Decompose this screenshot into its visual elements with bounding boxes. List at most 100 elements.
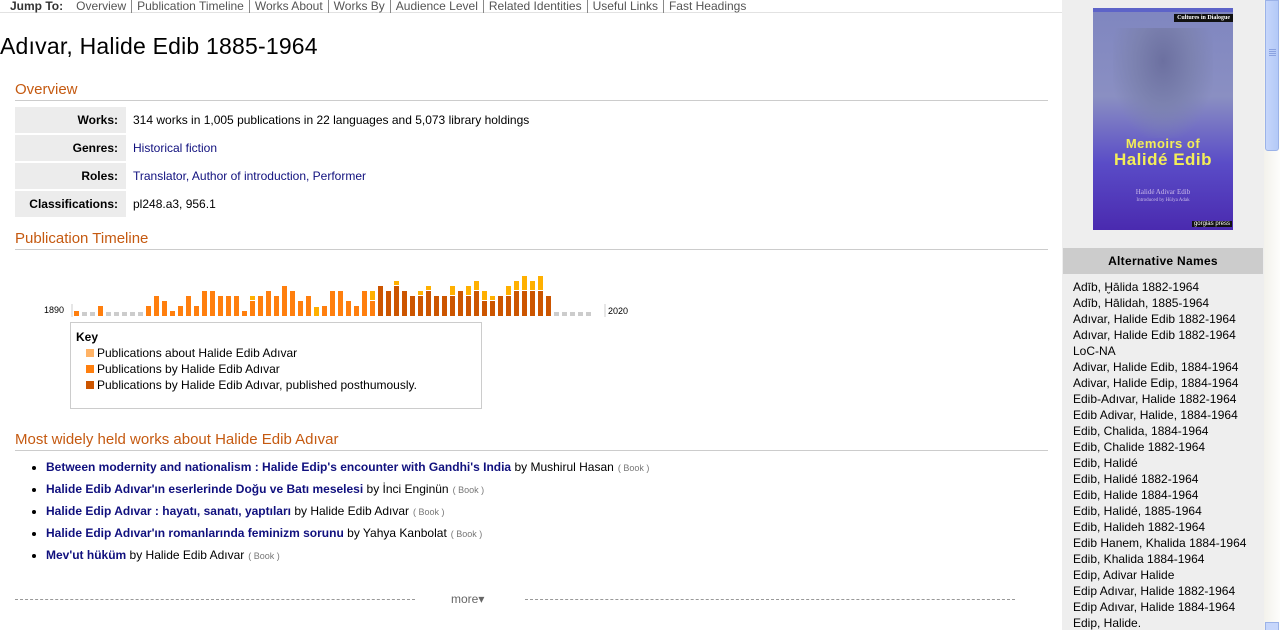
works-about-heading: Most widely held works about Halide Edib… (15, 431, 1048, 451)
scroll-down-arrow[interactable] (1265, 622, 1279, 630)
jump-link-works-by[interactable]: Works By (328, 0, 391, 13)
timeline-bar-by[interactable] (226, 296, 231, 316)
timeline-bar-by[interactable] (298, 301, 303, 316)
timeline-bar-posthumous[interactable] (386, 291, 391, 316)
timeline-bar-by[interactable] (370, 301, 375, 316)
timeline-bar-posthumous[interactable] (530, 291, 535, 316)
jump-link-overview[interactable]: Overview (71, 0, 133, 13)
timeline-bar-about[interactable] (482, 291, 487, 300)
timeline-bar-posthumous[interactable] (482, 301, 487, 316)
alternative-name-item: LoC-NA (1073, 344, 1116, 358)
timeline-bar-posthumous[interactable] (466, 296, 471, 316)
jump-link-publication-timeline[interactable]: Publication Timeline (132, 0, 250, 13)
timeline-bar-posthumous[interactable] (402, 291, 407, 316)
genres-link[interactable]: Historical fiction (133, 141, 217, 155)
book-cover-image[interactable]: Cultures in Dialogue Memoirs of Halidé E… (1093, 8, 1233, 230)
work-title-link[interactable]: Halide Edip Adıvar : hayatı, sanatı, yap… (46, 504, 291, 518)
timeline-bar-about[interactable] (466, 286, 471, 295)
jump-link-fast-headings[interactable]: Fast Headings (664, 0, 751, 13)
alternative-name-item: Edib, Halidé 1882-1964 (1073, 472, 1199, 486)
work-title-link[interactable]: Between modernity and nationalism : Hali… (46, 460, 511, 474)
timeline-bar-posthumous[interactable] (450, 296, 455, 316)
timeline-bar-about[interactable] (530, 281, 535, 290)
jump-link-audience-level[interactable]: Audience Level (390, 0, 484, 13)
timeline-bar-about[interactable] (314, 307, 319, 316)
classifications-value: pl248.a3, 956.1 (133, 197, 216, 211)
timeline-bar-posthumous[interactable] (458, 291, 463, 316)
timeline-bar-posthumous[interactable] (490, 301, 495, 316)
timeline-bar-by[interactable] (338, 291, 343, 316)
timeline-bar-posthumous[interactable] (514, 291, 519, 316)
timeline-bar-by[interactable] (154, 296, 159, 316)
timeline-bar-by[interactable] (234, 296, 239, 316)
work-title-link[interactable]: Halide Edib Adıvar'ın eserlerinde Doğu v… (46, 482, 363, 496)
timeline-bar-by[interactable] (202, 291, 207, 316)
timeline-bar-posthumous[interactable] (522, 291, 527, 316)
work-title-link[interactable]: Mev'ut hüküm (46, 548, 126, 562)
timeline-bar-posthumous[interactable] (474, 291, 479, 316)
timeline-bar-by[interactable] (186, 296, 191, 316)
timeline-bar-about[interactable] (506, 286, 511, 295)
timeline-bar-by[interactable] (306, 296, 311, 316)
classifications-label: Classifications: (15, 191, 126, 217)
cover-title-line1: Memoirs of (1125, 136, 1201, 151)
alternative-name-item: Adīb, Ḫālida 1882-1964 (1073, 280, 1200, 294)
timeline-bar-by[interactable] (210, 291, 215, 316)
timeline-bar-about[interactable] (426, 286, 431, 290)
timeline-bar-posthumous[interactable] (418, 296, 423, 316)
timeline-bar-about[interactable] (418, 291, 423, 295)
timeline-bar-by[interactable] (274, 296, 279, 316)
timeline-bar-by[interactable] (178, 306, 183, 316)
timeline-bar-posthumous[interactable] (546, 296, 551, 316)
timeline-bar-by[interactable] (74, 311, 79, 316)
timeline-bar-by[interactable] (290, 291, 295, 316)
timeline-bar-posthumous[interactable] (506, 296, 511, 316)
timeline-bar-about[interactable] (522, 276, 527, 290)
timeline-bar-by[interactable] (354, 306, 359, 316)
timeline-bar-by[interactable] (170, 311, 175, 316)
timeline-bar-about[interactable] (394, 281, 399, 285)
timeline-bar-posthumous[interactable] (434, 296, 439, 316)
work-title-link[interactable]: Halide Edip Adıvar'ın romanlarında femin… (46, 526, 344, 540)
timeline-bar-by[interactable] (250, 301, 255, 316)
timeline-bar-by[interactable] (258, 296, 263, 316)
timeline-bar-by[interactable] (322, 306, 327, 316)
timeline-bar-about[interactable] (538, 276, 543, 290)
timeline-bar-posthumous[interactable] (426, 291, 431, 316)
timeline-bar-by[interactable] (266, 291, 271, 316)
alternative-names-list: Adīb, Ḫālida 1882-1964 Adīb, Hālidah, 188… (1073, 279, 1246, 631)
timeline-bar-posthumous[interactable] (410, 296, 415, 316)
more-button[interactable]: more▾ (451, 592, 484, 606)
timeline-bar-about[interactable] (250, 296, 255, 300)
timeline-bar-posthumous[interactable] (442, 296, 447, 316)
timeline-bar-posthumous[interactable] (538, 291, 543, 316)
publication-timeline-chart: 1890 2020 (40, 262, 640, 322)
vertical-scrollbar[interactable] (1264, 0, 1280, 630)
timeline-bar-about[interactable] (370, 291, 375, 300)
timeline-bar-by[interactable] (146, 306, 151, 316)
timeline-bar-posthumous[interactable] (498, 296, 503, 316)
timeline-bar-by[interactable] (282, 286, 287, 316)
jump-link-works-about[interactable]: Works About (249, 0, 329, 13)
timeline-bar-about[interactable] (490, 296, 495, 300)
timeline-bar-posthumous[interactable] (378, 286, 383, 316)
scrollbar-thumb[interactable] (1265, 0, 1279, 151)
timeline-bar-by[interactable] (162, 301, 167, 316)
timeline-bar-about[interactable] (450, 286, 455, 295)
timeline-bar-about[interactable] (514, 281, 519, 290)
timeline-bar-about[interactable] (474, 281, 479, 290)
timeline-bar-by[interactable] (362, 291, 367, 316)
alternative-names-heading: Alternative Names (1063, 248, 1263, 274)
jump-link-related-identities[interactable]: Related Identities (483, 0, 588, 13)
timeline-bar-by[interactable] (330, 291, 335, 316)
alternative-name-item: Edib Adivar, Halide, 1884-1964 (1073, 408, 1238, 422)
timeline-bar-posthumous[interactable] (394, 286, 399, 316)
key-item-by: Publications by Halide Edib Adıvar (86, 361, 476, 377)
timeline-bar-by[interactable] (346, 301, 351, 316)
timeline-bar-by[interactable] (242, 311, 247, 316)
roles-link[interactable]: Translator, Author of introduction, Perf… (133, 169, 366, 183)
timeline-bar-by[interactable] (98, 306, 103, 316)
timeline-bar-by[interactable] (194, 306, 199, 316)
timeline-bar-by[interactable] (218, 296, 223, 316)
jump-link-useful-links[interactable]: Useful Links (587, 0, 664, 13)
